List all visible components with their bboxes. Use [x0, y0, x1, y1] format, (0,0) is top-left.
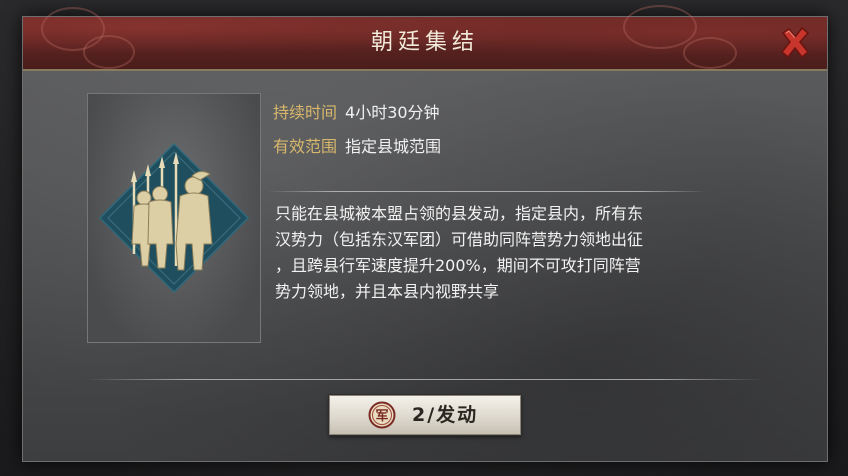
dialog-titlebar: 朝廷集结	[23, 5, 827, 71]
army-emblem-icon: 军	[368, 401, 396, 429]
army-emblem-char: 军	[375, 409, 388, 424]
activate-button-label: 2/发动	[412, 404, 479, 426]
skill-portrait	[87, 93, 261, 343]
activate-button[interactable]: 军 2/发动	[329, 395, 521, 435]
info-divider	[267, 191, 707, 192]
skill-dialog: 朝廷集结 持续时间 4小时30分钟 有效范围 指定县城范围 只能在县城被本盟占领…	[22, 5, 828, 462]
range-label: 有效范围	[273, 137, 338, 156]
duration-label: 持续时间	[273, 103, 338, 122]
range-row: 有效范围 指定县城范围	[273, 133, 441, 157]
description-line: 只能在县城被本盟占领的县发动，指定县内，所有东	[275, 204, 644, 223]
description-line: ，且跨县行军速度提升200%，期间不可攻打同阵营	[275, 256, 641, 275]
description-line: 汉势力（包括东汉军团）可借助同阵营势力领地出征	[275, 230, 644, 249]
range-value: 指定县城范围	[345, 137, 442, 156]
close-button[interactable]	[777, 25, 813, 61]
dialog-title: 朝廷集结	[370, 30, 479, 55]
footer-divider	[87, 379, 763, 380]
duration-row: 持续时间 4小时30分钟	[273, 99, 440, 123]
description-line: 势力领地，并且本县内视野共享	[275, 282, 500, 301]
skill-description: 只能在县城被本盟占领的县发动，指定县内，所有东 汉势力（包括东汉军团）可借助同阵…	[275, 201, 725, 305]
spearmen-soldiers-emblem	[98, 142, 250, 294]
duration-value: 4小时30分钟	[345, 103, 440, 122]
close-x-icon	[780, 26, 810, 59]
